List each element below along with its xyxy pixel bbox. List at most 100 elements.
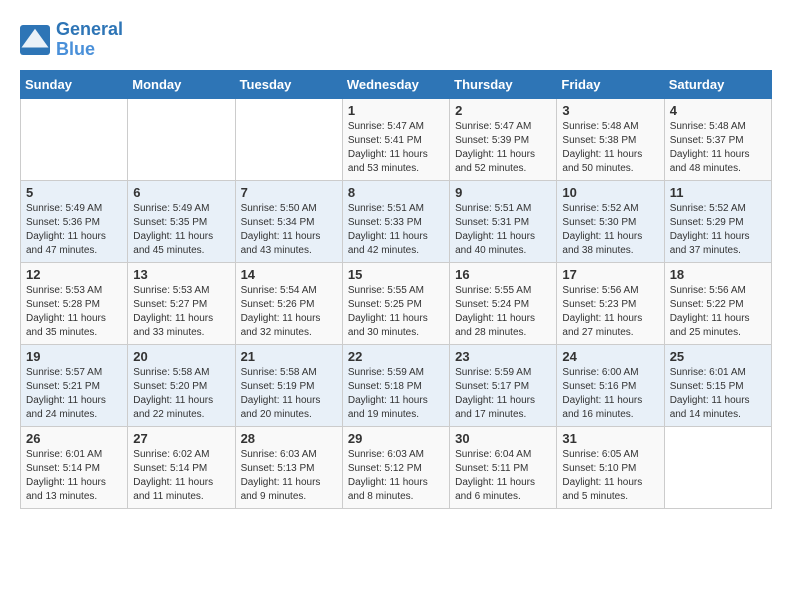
- calendar-table: SundayMondayTuesdayWednesdayThursdayFrid…: [20, 70, 772, 509]
- calendar-cell: 29 Sunrise: 6:03 AM Sunset: 5:12 PM Dayli…: [342, 426, 449, 508]
- day-number: 21: [241, 349, 337, 364]
- calendar-cell: 28 Sunrise: 6:03 AM Sunset: 5:13 PM Dayli…: [235, 426, 342, 508]
- calendar-cell: 23Sunrise: 5:59 AM Sunset: 5:17 PM Dayli…: [450, 344, 557, 426]
- logo-text: General Blue: [56, 20, 123, 60]
- calendar-cell: 2 Sunrise: 5:47 AM Sunset: 5:39 PM Daylig…: [450, 98, 557, 180]
- calendar-week: 12 Sunrise: 5:53 AM Sunset: 5:28 PM Dayli…: [21, 262, 772, 344]
- day-info: Sunrise: 5:56 AM Sunset: 5:22 PM Dayligh…: [670, 284, 766, 340]
- calendar-cell: 5 Sunrise: 5:49 AM Sunset: 5:36 PM Daylig…: [21, 180, 128, 262]
- day-number: 25: [670, 349, 766, 364]
- calendar-cell: 11 Sunrise: 5:52 AM Sunset: 5:29 PM Dayli…: [664, 180, 771, 262]
- day-number: 3: [562, 103, 658, 118]
- calendar-cell: 7 Sunrise: 5:50 AM Sunset: 5:34 PM Daylig…: [235, 180, 342, 262]
- calendar-cell: 19Sunrise: 5:57 AM Sunset: 5:21 PM Dayli…: [21, 344, 128, 426]
- weekday-header: Sunday: [21, 70, 128, 98]
- calendar-cell: 22 Sunrise: 5:59 AM Sunset: 5:18 PM Dayli…: [342, 344, 449, 426]
- weekday-header: Monday: [128, 70, 235, 98]
- calendar-cell: 14 Sunrise: 5:54 AM Sunset: 5:26 PM Dayli…: [235, 262, 342, 344]
- day-number: 16: [455, 267, 551, 282]
- day-info: Sunrise: 5:49 AM Sunset: 5:35 PM Dayligh…: [133, 202, 229, 258]
- day-info: Sunrise: 5:52 AM Sunset: 5:29 PM Dayligh…: [670, 202, 766, 258]
- weekday-header: Friday: [557, 70, 664, 98]
- day-info: Sunrise: 5:59 AM Sunset: 5:17 PM Dayligh…: [455, 366, 551, 422]
- day-number: 20: [133, 349, 229, 364]
- day-number: 4: [670, 103, 766, 118]
- calendar-cell: [21, 98, 128, 180]
- day-number: 14: [241, 267, 337, 282]
- calendar-cell: 30 Sunrise: 6:04 AM Sunset: 5:11 PM Dayli…: [450, 426, 557, 508]
- day-info: Sunrise: 5:55 AM Sunset: 5:24 PM Dayligh…: [455, 284, 551, 340]
- day-info: Sunrise: 6:01 AM Sunset: 5:14 PM Dayligh…: [26, 448, 122, 504]
- day-info: Sunrise: 5:51 AM Sunset: 5:31 PM Dayligh…: [455, 202, 551, 258]
- day-info: Sunrise: 5:56 AM Sunset: 5:23 PM Dayligh…: [562, 284, 658, 340]
- day-number: 24: [562, 349, 658, 364]
- calendar-cell: [235, 98, 342, 180]
- calendar-cell: 6 Sunrise: 5:49 AM Sunset: 5:35 PM Daylig…: [128, 180, 235, 262]
- calendar-cell: 25Sunrise: 6:01 AM Sunset: 5:15 PM Dayli…: [664, 344, 771, 426]
- day-info: Sunrise: 5:47 AM Sunset: 5:39 PM Dayligh…: [455, 120, 551, 176]
- day-number: 18: [670, 267, 766, 282]
- calendar-header: SundayMondayTuesdayWednesdayThursdayFrid…: [21, 70, 772, 98]
- day-info: Sunrise: 5:58 AM Sunset: 5:20 PM Dayligh…: [133, 366, 229, 422]
- day-info: Sunrise: 6:00 AM Sunset: 5:16 PM Dayligh…: [562, 366, 658, 422]
- day-info: Sunrise: 5:58 AM Sunset: 5:19 PM Dayligh…: [241, 366, 337, 422]
- day-number: 28: [241, 431, 337, 446]
- day-number: 19: [26, 349, 122, 364]
- day-info: Sunrise: 5:52 AM Sunset: 5:30 PM Dayligh…: [562, 202, 658, 258]
- calendar-cell: [128, 98, 235, 180]
- day-number: 1: [348, 103, 444, 118]
- day-info: Sunrise: 6:03 AM Sunset: 5:13 PM Dayligh…: [241, 448, 337, 504]
- day-number: 17: [562, 267, 658, 282]
- day-info: Sunrise: 5:54 AM Sunset: 5:26 PM Dayligh…: [241, 284, 337, 340]
- day-number: 6: [133, 185, 229, 200]
- day-info: Sunrise: 6:03 AM Sunset: 5:12 PM Dayligh…: [348, 448, 444, 504]
- day-info: Sunrise: 5:50 AM Sunset: 5:34 PM Dayligh…: [241, 202, 337, 258]
- day-info: Sunrise: 5:53 AM Sunset: 5:28 PM Dayligh…: [26, 284, 122, 340]
- day-number: 31: [562, 431, 658, 446]
- day-number: 22: [348, 349, 444, 364]
- weekday-header: Tuesday: [235, 70, 342, 98]
- calendar-cell: 31 Sunrise: 6:05 AM Sunset: 5:10 PM Dayli…: [557, 426, 664, 508]
- calendar-cell: 4 Sunrise: 5:48 AM Sunset: 5:37 PM Daylig…: [664, 98, 771, 180]
- calendar-week: 19Sunrise: 5:57 AM Sunset: 5:21 PM Dayli…: [21, 344, 772, 426]
- day-number: 10: [562, 185, 658, 200]
- day-info: Sunrise: 6:05 AM Sunset: 5:10 PM Dayligh…: [562, 448, 658, 504]
- calendar-cell: 13Sunrise: 5:53 AM Sunset: 5:27 PM Dayli…: [128, 262, 235, 344]
- day-info: Sunrise: 5:49 AM Sunset: 5:36 PM Dayligh…: [26, 202, 122, 258]
- day-number: 13: [133, 267, 229, 282]
- calendar-cell: 20 Sunrise: 5:58 AM Sunset: 5:20 PM Dayli…: [128, 344, 235, 426]
- logo-icon: [20, 25, 50, 55]
- weekday-header: Saturday: [664, 70, 771, 98]
- calendar-cell: 8Sunrise: 5:51 AM Sunset: 5:33 PM Daylig…: [342, 180, 449, 262]
- day-info: Sunrise: 5:59 AM Sunset: 5:18 PM Dayligh…: [348, 366, 444, 422]
- weekday-header: Wednesday: [342, 70, 449, 98]
- day-number: 27: [133, 431, 229, 446]
- day-number: 29: [348, 431, 444, 446]
- day-number: 7: [241, 185, 337, 200]
- weekday-header: Thursday: [450, 70, 557, 98]
- calendar-cell: 16 Sunrise: 5:55 AM Sunset: 5:24 PM Dayli…: [450, 262, 557, 344]
- calendar-cell: [664, 426, 771, 508]
- calendar-cell: 9 Sunrise: 5:51 AM Sunset: 5:31 PM Daylig…: [450, 180, 557, 262]
- day-info: Sunrise: 5:48 AM Sunset: 5:37 PM Dayligh…: [670, 120, 766, 176]
- calendar-cell: 27Sunrise: 6:02 AM Sunset: 5:14 PM Dayli…: [128, 426, 235, 508]
- calendar-week: 5 Sunrise: 5:49 AM Sunset: 5:36 PM Daylig…: [21, 180, 772, 262]
- calendar-week: 1 Sunrise: 5:47 AM Sunset: 5:41 PM Daylig…: [21, 98, 772, 180]
- day-number: 26: [26, 431, 122, 446]
- day-info: Sunrise: 5:47 AM Sunset: 5:41 PM Dayligh…: [348, 120, 444, 176]
- day-number: 12: [26, 267, 122, 282]
- day-info: Sunrise: 5:51 AM Sunset: 5:33 PM Dayligh…: [348, 202, 444, 258]
- day-number: 2: [455, 103, 551, 118]
- day-number: 30: [455, 431, 551, 446]
- calendar-body: 1 Sunrise: 5:47 AM Sunset: 5:41 PM Daylig…: [21, 98, 772, 508]
- day-info: Sunrise: 5:55 AM Sunset: 5:25 PM Dayligh…: [348, 284, 444, 340]
- day-number: 9: [455, 185, 551, 200]
- page-header: General Blue: [20, 20, 772, 60]
- day-number: 11: [670, 185, 766, 200]
- day-info: Sunrise: 6:04 AM Sunset: 5:11 PM Dayligh…: [455, 448, 551, 504]
- day-info: Sunrise: 5:48 AM Sunset: 5:38 PM Dayligh…: [562, 120, 658, 176]
- calendar-cell: 1 Sunrise: 5:47 AM Sunset: 5:41 PM Daylig…: [342, 98, 449, 180]
- calendar-cell: 26 Sunrise: 6:01 AM Sunset: 5:14 PM Dayli…: [21, 426, 128, 508]
- day-number: 5: [26, 185, 122, 200]
- calendar-cell: 3 Sunrise: 5:48 AM Sunset: 5:38 PM Daylig…: [557, 98, 664, 180]
